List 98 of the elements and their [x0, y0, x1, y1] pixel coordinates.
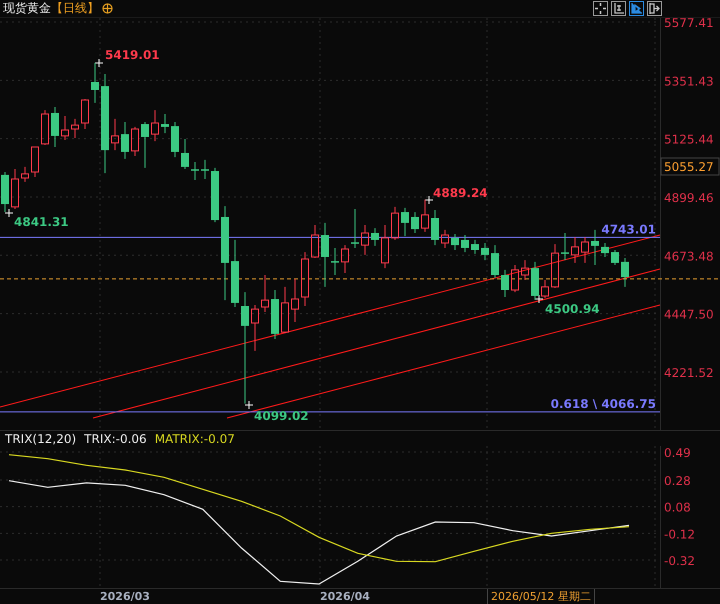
candlestick	[181, 138, 189, 170]
candlestick	[411, 212, 419, 234]
candlestick	[201, 159, 209, 180]
price-axis-label: 5577.41	[664, 18, 714, 30]
candlestick	[121, 121, 129, 160]
price-annotation: 4841.31	[14, 215, 69, 229]
price-axis-label: 4899.46	[664, 190, 714, 205]
indicator-axis-label: -0.32	[664, 554, 696, 568]
candlestick	[161, 113, 169, 134]
candlestick	[211, 167, 219, 223]
candlestick	[231, 239, 239, 308]
indicator-axis-label: -0.12	[664, 527, 696, 542]
level-label: 4743.01	[601, 222, 656, 236]
candlestick	[591, 229, 599, 266]
plus-icon	[534, 294, 544, 304]
price-axis-label: 4221.52	[664, 366, 714, 380]
candlestick	[41, 110, 49, 146]
candlestick	[391, 206, 399, 240]
candlestick	[281, 286, 289, 334]
candlestick	[421, 199, 429, 232]
level-label: 0.618 \ 4066.75	[550, 396, 656, 411]
candlestick	[491, 244, 499, 278]
chart-play-button[interactable]	[629, 1, 644, 16]
price-axis-label: 4673.48	[664, 249, 714, 264]
price-annotation: 4099.02	[254, 409, 309, 423]
candlestick	[431, 210, 439, 246]
candlestick	[51, 106, 59, 148]
candlestick	[611, 250, 619, 266]
candlestick	[21, 166, 29, 182]
candlestick	[601, 242, 609, 258]
price-annotation: 4889.24	[433, 186, 488, 200]
candlestick	[521, 260, 529, 280]
candlestick	[371, 228, 379, 246]
candlestick	[341, 244, 349, 274]
candlestick	[471, 239, 479, 254]
date-axis-label: 2026/03	[100, 590, 150, 603]
candlestick	[81, 98, 89, 130]
candlestick	[581, 236, 589, 264]
candlestick	[321, 222, 329, 288]
date-axis-label: 2026/04	[320, 590, 370, 603]
candlestick	[31, 146, 39, 178]
candlestick	[131, 126, 139, 157]
crosshair-button[interactable]	[593, 1, 608, 16]
price-axis-label: 4447.50	[664, 308, 714, 322]
candlestick	[291, 278, 299, 322]
candlestick	[401, 207, 409, 237]
indicator-name: TRIX(12,20)	[5, 432, 76, 446]
candlestick	[301, 252, 309, 306]
candlestick	[311, 224, 319, 258]
crosshair-price-label: 5055.27	[660, 158, 720, 176]
plus-icon	[4, 208, 14, 218]
plus-icon	[244, 400, 254, 410]
period-label[interactable]: 【日线】	[51, 0, 99, 17]
plus-icon	[424, 196, 434, 204]
candlestick	[71, 118, 79, 138]
candlestick	[91, 62, 99, 104]
candlestick	[151, 110, 159, 142]
add-circle-icon[interactable]	[102, 3, 113, 14]
candlestick	[261, 274, 269, 312]
plus-icon	[94, 58, 104, 68]
candlestick	[501, 269, 509, 298]
crosshair-date-label: 2026/05/12 星期二	[487, 589, 595, 604]
candlestick	[191, 162, 199, 181]
candlestick	[461, 234, 469, 253]
candlestick	[61, 116, 69, 141]
candlestick	[561, 232, 569, 261]
candlestick	[1, 172, 9, 212]
candlestick	[111, 118, 119, 151]
candlestick	[331, 247, 339, 276]
exit-arrow-button[interactable]	[647, 1, 662, 16]
price-annotation: 5419.01	[105, 48, 160, 62]
candlestick	[451, 234, 459, 250]
price-axis-label: 5351.43	[664, 74, 714, 88]
indicator-axis-label: 0.08	[664, 500, 691, 515]
price-annotation: 4500.94	[545, 302, 600, 316]
candlestick	[141, 121, 149, 168]
axis-button[interactable]	[611, 1, 626, 16]
candlestick	[381, 224, 389, 269]
instrument-title: 现货黄金	[3, 0, 51, 17]
candlestick	[441, 229, 449, 248]
candlestick	[621, 258, 629, 288]
candlestick	[531, 261, 539, 300]
candlestick	[351, 208, 359, 248]
candlestick	[551, 244, 559, 288]
candlestick	[11, 168, 19, 210]
indicator-axis-label: 0.28	[664, 474, 691, 488]
indicator-readout: TRIX:-0.06	[84, 432, 147, 446]
candlestick	[541, 279, 549, 298]
indicator-readout: MATRIX:-0.07	[154, 432, 235, 446]
candlestick	[511, 264, 519, 293]
candlestick	[571, 236, 579, 264]
candlestick	[271, 290, 279, 340]
candlestick	[251, 304, 259, 352]
candlestick	[481, 242, 489, 261]
indicator-axis-label: 0.49	[664, 446, 691, 460]
candlestick	[361, 224, 369, 256]
price-axis-label: 5125.44	[664, 132, 714, 147]
candlestick	[171, 121, 179, 158]
